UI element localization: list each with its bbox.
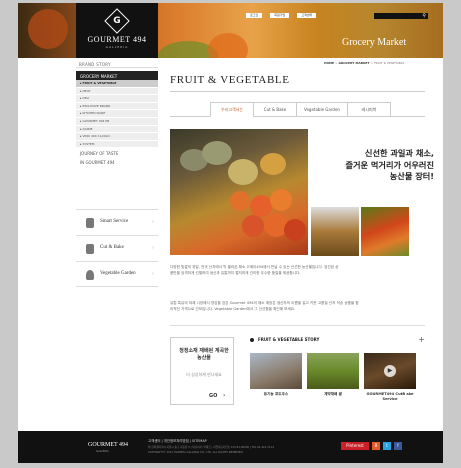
go-button[interactable]: GO — [209, 393, 217, 399]
login-link[interactable]: 로그인 — [246, 13, 263, 18]
chevron-right-icon: › — [152, 219, 154, 225]
tab-recipe-book[interactable]: 레시피북 — [347, 102, 391, 117]
search-icon[interactable]: ⚲ — [422, 13, 426, 19]
promo-banner[interactable]: 청정소재 재배된 계곡한 농산물 더 싱싱하게 만나세요 GO › — [170, 337, 234, 405]
hero-fruit-image — [170, 129, 308, 255]
header-banner: G GOURMET 494 GALLERIA 로그인 회원가입 고객센터 ⚲ G… — [18, 3, 443, 58]
chevron-right-icon: › — [152, 245, 154, 251]
cut-bake-link[interactable]: Cut & Bake › — [76, 235, 158, 261]
hero-tagline: 신선한 과일과 채소, 즐거운 먹거리가 어우러진 농산물 장터! — [345, 148, 434, 182]
story-item[interactable]: ▶ GOURMET494 CutB ake Service — [364, 353, 416, 402]
search-input[interactable]: ⚲ — [374, 13, 428, 19]
sidebar-subitem-vino-classic[interactable]: ▸ VINO 494 CLASSIC — [76, 133, 158, 141]
footer-links[interactable]: 고객센터 | 개인정보처리방침 | SITEMAP — [148, 438, 207, 443]
plant-icon — [86, 270, 94, 280]
sidebar-subitem-deli[interactable]: ▸ DELI — [76, 95, 158, 103]
section-title: Grocery Market — [342, 37, 407, 48]
story-thumbnail: ▶ — [364, 353, 416, 389]
tab-bar: 우리고객서는 Cut & Bake Vegetable Garden 레시피북 — [210, 102, 391, 117]
tab-cut-bake[interactable]: Cut & Bake — [253, 102, 297, 117]
sidebar-item-grocery-market[interactable]: GROCERY MARKET — [76, 71, 158, 80]
social-links: Pinterest B t f — [341, 442, 402, 450]
chicken-image — [311, 207, 359, 256]
phone-icon — [86, 218, 94, 228]
bullet-icon — [250, 338, 254, 342]
pinterest-icon[interactable]: Pinterest — [341, 442, 369, 450]
twitter-icon[interactable]: t — [383, 442, 391, 450]
play-icon[interactable]: ▶ — [384, 365, 396, 377]
story-item[interactable]: 유기농 포도주스 — [250, 353, 302, 402]
sidebar: BRAND STORY GROCERY MARKET ▸ FRUIT & VEG… — [76, 59, 158, 166]
sidebar-submenu: ▸ FRUIT & VEGETABLE ▸ MEAT ▸ DELI ▸ EXCL… — [76, 80, 158, 149]
sidebar-subitem-gourmet-pb[interactable]: ▸ GOURMET 494 PB — [76, 118, 158, 126]
description-paragraph: 다양한 빛깔의 과일, 전국 산지에서 막 올라온 채소 고메이494에서 만날… — [170, 265, 339, 275]
breadcrumb-home[interactable]: HOME — [324, 61, 334, 65]
tab-intro[interactable]: 우리고객서는 — [210, 102, 254, 117]
footer-address: ㈜ 한화갤러리아 서울시 중구 다동길 3 | 대표이사: 박세훈 | 사업자등… — [148, 446, 274, 449]
story-header: FRUIT & VEGETABLE STORY + — [250, 335, 425, 345]
sidebar-subitem-dairie[interactable]: ▸ DAIRIE — [76, 126, 158, 134]
footer-logo-sub: GALLERIA — [96, 450, 109, 453]
chevron-right-icon: › — [152, 271, 154, 277]
story-thumbnail — [250, 353, 302, 389]
page: G GOURMET 494 GALLERIA 로그인 회원가입 고객센터 ⚲ G… — [18, 3, 443, 463]
logo-emblem-icon: G — [104, 8, 130, 34]
sidebar-subitem-exclusive-brand[interactable]: ▸ EXCLUSIVE BRAND — [76, 103, 158, 111]
logo-name: GOURMET 494 — [87, 35, 147, 44]
story-thumbnail — [307, 353, 359, 389]
sidebar-item-brand-story[interactable]: BRAND STORY — [76, 59, 158, 68]
footer: GOURMET 494 GALLERIA 고객센터 | 개인정보처리방침 | S… — [18, 431, 443, 463]
description-paragraph: 유럽 특유의 야채 시장에서 영감을 얻은 Gourmet 494의 채소 매장… — [170, 301, 359, 311]
facebook-icon[interactable]: f — [394, 442, 402, 450]
more-plus-icon[interactable]: + — [418, 335, 425, 344]
divider — [170, 91, 425, 92]
page-title: FRUIT & VEGETABLE — [170, 74, 290, 86]
logo-sub: GALLERIA — [105, 45, 129, 49]
top-links: 로그인 회원가입 고객센터 — [246, 13, 317, 18]
join-link[interactable]: 회원가입 — [270, 13, 290, 18]
sidebar-subitem-meat[interactable]: ▸ MEAT — [76, 88, 158, 96]
divider — [170, 325, 425, 326]
tomato-image — [361, 207, 409, 256]
service-links: Smart Service › Cut & Bake › Vegetable G… — [76, 209, 158, 287]
breadcrumb-market[interactable]: GROCERY MARKET — [339, 61, 370, 65]
sidebar-item-journey[interactable]: JOURNEY OF TASTE — [76, 148, 158, 157]
header-produce-image — [28, 9, 68, 49]
story-item[interactable]: 계약재배 쌀 — [307, 353, 359, 402]
footer-copyright: COPYRIGHT© 2012 HANWHA GALLERIA CO., LTD… — [148, 451, 244, 454]
logo[interactable]: G GOURMET 494 GALLERIA — [76, 3, 158, 58]
customer-center-link[interactable]: 고객센터 — [297, 13, 317, 18]
tab-vegetable-garden[interactable]: Vegetable Garden — [296, 102, 348, 117]
breadcrumb: HOME > GROCERY MARKET > FRUIT & VEGETABL… — [324, 61, 405, 65]
breadcrumb-current: FRUIT & VEGETABLE — [373, 61, 405, 65]
bread-icon — [86, 244, 94, 254]
sidebar-subitem-kitchen-ware[interactable]: ▸ KITCHEN WARE — [76, 110, 158, 118]
vegetable-garden-link[interactable]: Vegetable Garden › — [76, 261, 158, 287]
smart-service-link[interactable]: Smart Service › — [76, 209, 158, 235]
blog-icon[interactable]: B — [372, 442, 380, 450]
arrow-right-icon: › — [223, 392, 226, 399]
footer-logo[interactable]: GOURMET 494 — [88, 442, 128, 448]
sidebar-item-in-gourmet[interactable]: IN GOURMET 494 — [76, 157, 158, 166]
header-produce-image — [208, 33, 248, 58]
sidebar-subitem-system[interactable]: ▸ SYSTEM — [76, 141, 158, 149]
story-list: 유기농 포도주스 계약재배 쌀 ▶ GOURMET494 CutB ake Se… — [250, 353, 416, 402]
sidebar-subitem-fruit-vegetable[interactable]: ▸ FRUIT & VEGETABLE — [76, 80, 158, 88]
